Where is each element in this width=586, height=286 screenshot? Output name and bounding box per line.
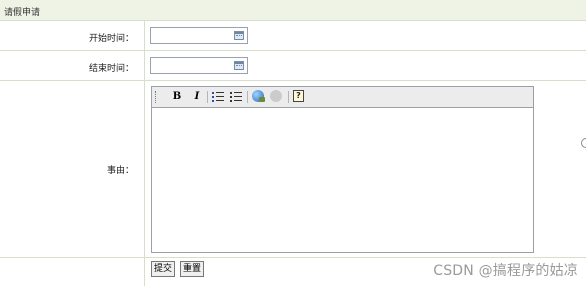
italic-button[interactable]: I xyxy=(190,90,204,104)
toolbar-grip xyxy=(155,91,158,103)
form-header: 请假申请 xyxy=(0,0,586,21)
end-time-input[interactable] xyxy=(150,57,248,74)
start-time-cell xyxy=(145,21,586,50)
calendar-icon[interactable] xyxy=(234,31,244,40)
ordered-list-icon[interactable] xyxy=(212,91,224,103)
reason-textarea[interactable] xyxy=(152,108,533,252)
end-time-row: 结束时间： xyxy=(0,51,586,81)
editor-toolbar: B I ? xyxy=(152,87,533,108)
help-icon[interactable]: ? xyxy=(293,90,304,102)
reset-button[interactable]: 重置 xyxy=(180,261,205,277)
end-time-label-cell: 结束时间： xyxy=(0,51,145,80)
bold-button[interactable]: B xyxy=(170,90,184,104)
unordered-list-icon[interactable] xyxy=(230,91,242,103)
toolbar-separator xyxy=(288,91,289,103)
reason-label: 事由： xyxy=(106,166,134,176)
calendar-icon[interactable] xyxy=(234,61,244,70)
insert-link-icon[interactable] xyxy=(252,90,265,102)
scroll-edge-marker xyxy=(581,138,586,148)
reason-row: 事由： B I ? xyxy=(0,81,586,258)
rich-text-editor: B I ? xyxy=(151,86,534,253)
reason-label-cell: 事由： xyxy=(0,81,145,257)
start-time-input[interactable] xyxy=(150,27,248,44)
start-time-label-cell: 开始时间： xyxy=(0,21,145,50)
end-time-label: 结束时间： xyxy=(88,64,134,74)
toolbar-separator xyxy=(207,91,208,103)
toolbar-separator xyxy=(247,91,248,103)
reason-cell: B I ? xyxy=(145,81,586,257)
unlink-icon[interactable] xyxy=(270,90,282,102)
start-time-label: 开始时间： xyxy=(88,34,134,44)
form-title: 请假申请 xyxy=(4,8,41,18)
submit-button[interactable]: 提交 xyxy=(151,261,176,277)
actions-label-cell xyxy=(0,258,145,286)
start-time-row: 开始时间： xyxy=(0,21,586,51)
watermark: CSDN @搞程序的姑凉 xyxy=(433,263,578,279)
end-time-cell xyxy=(145,51,586,80)
